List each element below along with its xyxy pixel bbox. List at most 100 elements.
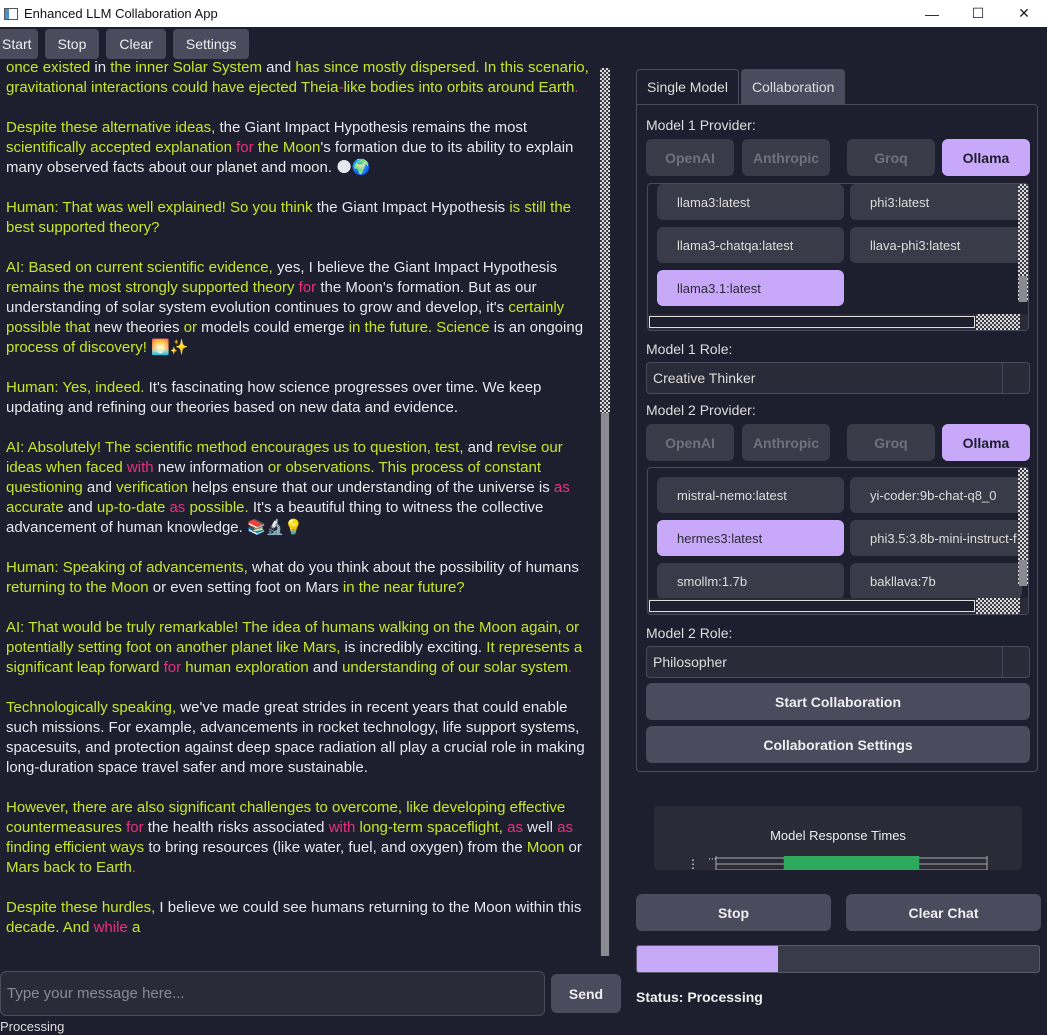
- tab-collaboration[interactable]: Collaboration: [740, 69, 846, 104]
- clear-chat-button[interactable]: Clear Chat: [846, 894, 1041, 931]
- chat-message: Technologically speaking, we've made gre…: [0, 698, 597, 778]
- model2-provider-label: Model 2 Provider:: [646, 402, 756, 418]
- menu-start-button[interactable]: Start: [0, 29, 38, 59]
- model1-item-llama3[interactable]: llama3:latest: [657, 184, 844, 220]
- model1-item-llama3-1[interactable]: llama3.1:latest: [657, 270, 844, 306]
- model1-item-llava-phi3[interactable]: llava-phi3:latest: [850, 227, 1022, 263]
- minimize-icon[interactable]: —: [909, 0, 955, 27]
- dropdown-arrow-icon[interactable]: [1002, 363, 1029, 393]
- chat-text-run: the Giant Impact Hypothesis remains the …: [219, 119, 528, 136]
- model1-list-vscroll[interactable]: [1018, 184, 1028, 302]
- chat-text-run: like bodies into orbits around Earth: [343, 79, 575, 96]
- chat-text-run: as: [169, 499, 190, 516]
- maximize-icon[interactable]: ☐: [955, 0, 1001, 27]
- chat-text-run: AI: Based on current scientific evidence…: [6, 259, 277, 276]
- model2-role-value: Philosopher: [653, 654, 727, 670]
- chat-text-run: for: [298, 279, 321, 296]
- start-collaboration-button[interactable]: Start Collaboration: [646, 683, 1030, 720]
- menu-stop-button[interactable]: Stop: [44, 29, 100, 59]
- chart-bar: [783, 856, 920, 870]
- chat-text-run: in the future. Science: [348, 319, 494, 336]
- chat-text-run: .: [131, 859, 137, 876]
- menu-bar: Start Stop Clear Settings: [0, 29, 250, 59]
- model2-provider-groq[interactable]: Groq: [847, 424, 935, 461]
- bottom-status-text: Processing: [0, 1019, 65, 1034]
- model1-provider-openai[interactable]: OpenAI: [646, 139, 734, 176]
- model2-item-smollm[interactable]: smollm:1.7b: [657, 563, 844, 599]
- status-text: Status: Processing: [636, 989, 763, 1005]
- model2-item-mistral-nemo[interactable]: mistral-nemo:latest: [657, 477, 844, 513]
- stop-button[interactable]: Stop: [636, 894, 831, 931]
- model2-list-hscroll[interactable]: [648, 598, 1028, 614]
- progress-bar: [636, 945, 1040, 973]
- collaboration-settings-button[interactable]: Collaboration Settings: [646, 726, 1030, 763]
- chat-text-run: the health risks associated: [147, 819, 329, 836]
- model1-item-phi3[interactable]: phi3:latest: [850, 184, 1022, 220]
- chat-text-run: and: [467, 439, 497, 456]
- chat-text-run: the Moon: [257, 139, 321, 156]
- close-icon[interactable]: ✕: [1001, 0, 1047, 27]
- chart-tick-label: ···: [708, 855, 717, 865]
- chat-text-run: for: [163, 659, 186, 676]
- chat-text-run: well: [527, 819, 558, 836]
- chat-text-run: Moon: [526, 839, 569, 856]
- chat-scrollbar-thumb[interactable]: [601, 413, 609, 956]
- chat-text-run: once existed: [6, 59, 95, 76]
- chat-text-run: and: [86, 479, 117, 496]
- chat-text-run: understanding of our solar system: [342, 659, 569, 676]
- model2-role-label: Model 2 Role:: [646, 625, 733, 641]
- model1-provider-groq[interactable]: Groq: [847, 139, 935, 176]
- model1-item-llama3-chatqa[interactable]: llama3-chatqa:latest: [657, 227, 844, 263]
- model1-role-select[interactable]: Creative Thinker: [646, 362, 1030, 394]
- model2-item-phi3-5[interactable]: phi3.5:3.8b-mini-instruct-f: [850, 520, 1022, 556]
- model1-provider-label: Model 1 Provider:: [646, 117, 756, 133]
- chat-text-run: Human: Yes, indeed.: [6, 379, 149, 396]
- model2-item-bakllava[interactable]: bakllava:7b: [850, 563, 1022, 599]
- chart-svg: ⋮ ···: [687, 855, 988, 870]
- model2-role-select[interactable]: Philosopher: [646, 646, 1030, 678]
- model2-item-hermes3[interactable]: hermes3:latest: [657, 520, 844, 556]
- chat-message: Despite these alternative ideas, the Gia…: [0, 118, 597, 178]
- chat-log[interactable]: once existed in the inner Solar System a…: [0, 58, 597, 946]
- chat-text-run: or: [183, 319, 202, 336]
- chat-text-run: what do you think about the possibility …: [251, 559, 579, 576]
- model1-provider-ollama[interactable]: Ollama: [942, 139, 1030, 176]
- chat-text-run: for: [126, 819, 148, 836]
- tab-single-model[interactable]: Single Model: [636, 69, 739, 104]
- chat-text-run: returning to the Moon: [6, 579, 153, 596]
- chat-text-run: as: [553, 479, 570, 496]
- chat-message: Human: Speaking of advancements, what do…: [0, 558, 597, 598]
- model1-model-list: llama3:latest phi3:latest llama3-chatqa:…: [647, 183, 1029, 331]
- model1-role-value: Creative Thinker: [653, 370, 756, 386]
- chat-text-run: as: [507, 819, 528, 836]
- chat-text-run: Human: That was well explained! So you t…: [6, 199, 317, 216]
- chat-text-run: or: [568, 839, 582, 856]
- dropdown-arrow-icon[interactable]: [1002, 647, 1029, 677]
- chat-text-run: Human: Speaking of advancements,: [6, 559, 252, 576]
- model2-list-vscroll[interactable]: [1018, 468, 1028, 586]
- chat-message: once existed in the inner Solar System a…: [0, 58, 597, 98]
- chat-scrollbar-track-upper[interactable]: [600, 68, 610, 413]
- model1-list-hscroll[interactable]: [648, 314, 1028, 330]
- chat-text-run: and: [312, 659, 343, 676]
- menu-clear-button[interactable]: Clear: [106, 29, 166, 59]
- model2-item-yi-coder[interactable]: yi-coder:9b-chat-q8_0: [850, 477, 1022, 513]
- model2-provider-anthropic[interactable]: Anthropic: [742, 424, 830, 461]
- chat-text-run: Mars back to Earth: [6, 859, 132, 876]
- model2-provider-openai[interactable]: OpenAI: [646, 424, 734, 461]
- chat-text-run: a: [131, 919, 141, 936]
- message-input[interactable]: Type your message here...: [0, 971, 545, 1016]
- chat-text-run: in: [94, 59, 111, 76]
- menu-settings-button[interactable]: Settings: [172, 29, 250, 59]
- model2-provider-ollama[interactable]: Ollama: [942, 424, 1030, 461]
- chat-text-run: long-term spaceflight,: [359, 819, 508, 836]
- app-icon: [4, 7, 18, 20]
- chat-text-run: finding efficient ways: [6, 839, 149, 856]
- chat-scrollbar[interactable]: [600, 68, 610, 956]
- tab-bar: Single Model Collaboration: [636, 69, 846, 104]
- model1-provider-anthropic[interactable]: Anthropic: [742, 139, 830, 176]
- chat-text-run: decade. And: [6, 919, 94, 936]
- chat-text-run: to bring resources (like water, fuel, an…: [148, 839, 527, 856]
- chat-text-run: or even setting foot on Mars: [152, 579, 343, 596]
- send-button[interactable]: Send: [551, 974, 621, 1013]
